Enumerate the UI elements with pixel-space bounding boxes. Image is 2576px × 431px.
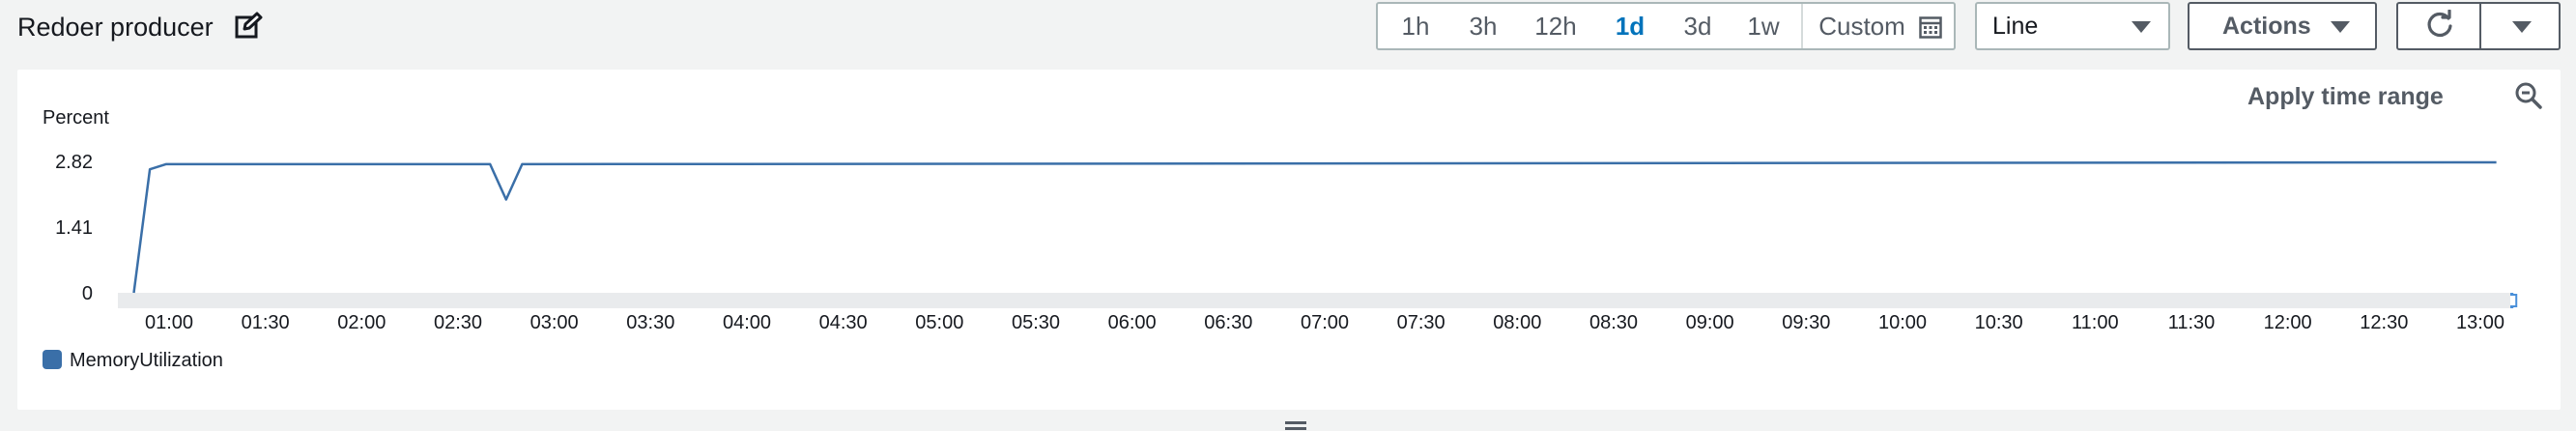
x-tick-label: 03:30: [626, 312, 674, 333]
x-tick-label: 04:00: [723, 312, 771, 333]
y-tick-label: 0: [82, 283, 93, 304]
x-tick-label: 10:00: [1878, 312, 1927, 333]
y-tick-label: 2.82: [55, 152, 93, 173]
memory-utilization-chart[interactable]: 2.82 1.41 0 01:00 01:30 02:00 02:30 03:00 03:30…: [0, 0, 2576, 431]
series-line-memory-utilization[interactable]: [132, 160, 2497, 294]
x-tick-label: 07:30: [1397, 312, 1445, 333]
legend-swatch: [43, 350, 62, 369]
y-axis: 2.82 1.41 0: [55, 152, 93, 304]
y-tick-label: 1.41: [55, 217, 93, 239]
x-tick-label: 13:00: [2456, 312, 2504, 333]
x-tick-label: 03:00: [530, 312, 579, 333]
x-tick-label: 06:00: [1108, 312, 1157, 333]
x-axis: 01:00 01:30 02:00 02:30 03:00 03:30 04:00 04:30…: [145, 312, 2504, 333]
x-tick-label: 10:30: [1975, 312, 2023, 333]
x-tick-label: 01:00: [145, 312, 193, 333]
x-tick-label: 09:30: [1782, 312, 1830, 333]
x-tick-label: 09:00: [1686, 312, 1734, 333]
legend-label: MemoryUtilization: [70, 350, 223, 371]
series-group: [132, 160, 2497, 294]
resize-handle-icon[interactable]: [1285, 421, 1306, 424]
x-tick-label: 04:30: [819, 312, 868, 333]
x-tick-label: 12:00: [2264, 312, 2312, 333]
x-tick-label: 05:00: [915, 312, 963, 333]
x-tick-label: 11:00: [2072, 312, 2119, 333]
x-tick-label: 11:30: [2168, 312, 2216, 333]
x-tick-label: 07:00: [1301, 312, 1349, 333]
x-tick-label: 02:00: [337, 312, 386, 333]
x-tick-label: 02:30: [434, 312, 482, 333]
x-tick-label: 05:30: [1012, 312, 1060, 333]
x-tick-label: 01:30: [242, 312, 290, 333]
x-axis-band: [118, 293, 2510, 308]
x-tick-label: 08:00: [1493, 312, 1541, 333]
x-tick-label: 08:30: [1589, 312, 1638, 333]
x-tick-label: 12:30: [2360, 312, 2408, 333]
x-tick-label: 06:30: [1204, 312, 1252, 333]
